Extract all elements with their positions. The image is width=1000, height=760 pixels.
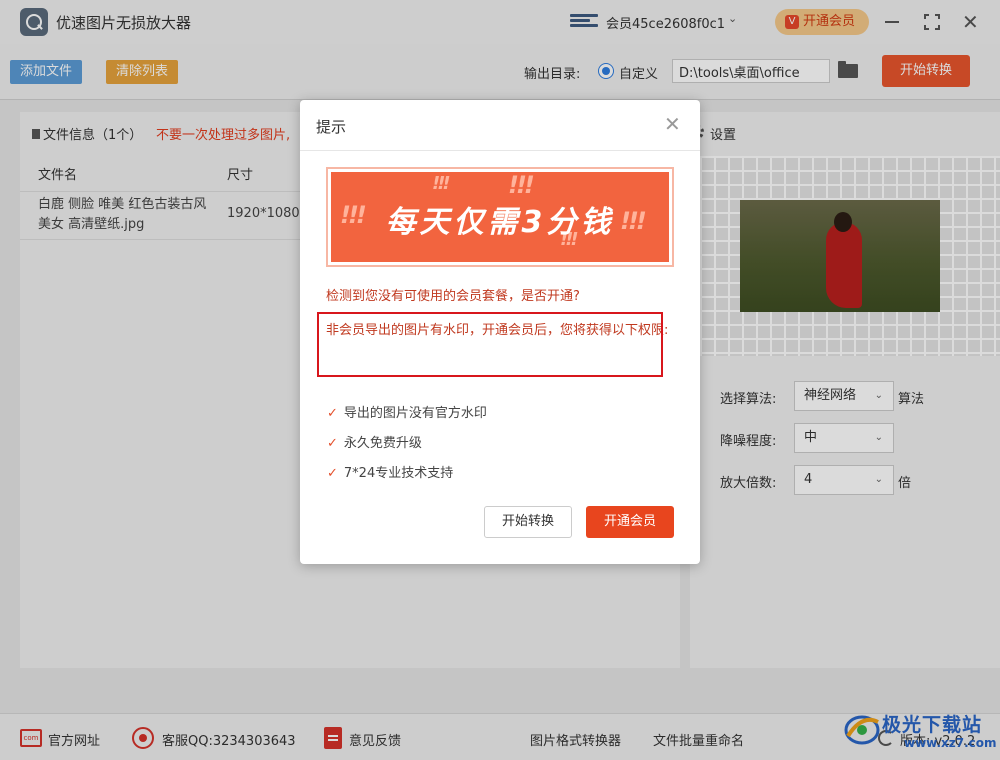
perk-label: 7*24专业技术支持 — [343, 466, 454, 481]
highlight-box — [317, 312, 663, 377]
perk-label: 导出的图片没有官方水印 — [343, 406, 487, 421]
check-icon: ✓ — [327, 406, 338, 421]
check-icon: ✓ — [327, 466, 338, 481]
banner-exclaim: !!! — [432, 173, 451, 194]
perk-item: ✓ 7*24专业技术支持 — [327, 462, 453, 481]
perk-item: ✓ 导出的图片没有官方水印 — [327, 402, 487, 421]
dialog-open-vip-button[interactable]: 开通会员 — [586, 506, 674, 538]
no-membership-text: 检测到您没有可使用的会员套餐，是否开通? — [326, 289, 580, 304]
promo-banner: !!! !!! !!! !!! !!! 每天仅需3分钱 — [326, 167, 674, 267]
perk-label: 永久免费升级 — [343, 436, 422, 451]
dialog-close-icon[interactable]: ✕ — [664, 112, 681, 136]
divider — [300, 150, 700, 151]
dialog-start-convert-button[interactable]: 开始转换 — [484, 506, 572, 538]
vip-prompt-dialog: 提示 ✕ !!! !!! !!! !!! !!! 每天仅需3分钱 检测到您没有可… — [300, 100, 700, 564]
perk-item: ✓ 永久免费升级 — [327, 432, 422, 451]
dialog-title: 提示 — [316, 118, 347, 136]
banner-exclaim: !!! — [508, 171, 535, 199]
check-icon: ✓ — [327, 436, 338, 451]
banner-text: 每天仅需3分钱 — [385, 205, 615, 240]
